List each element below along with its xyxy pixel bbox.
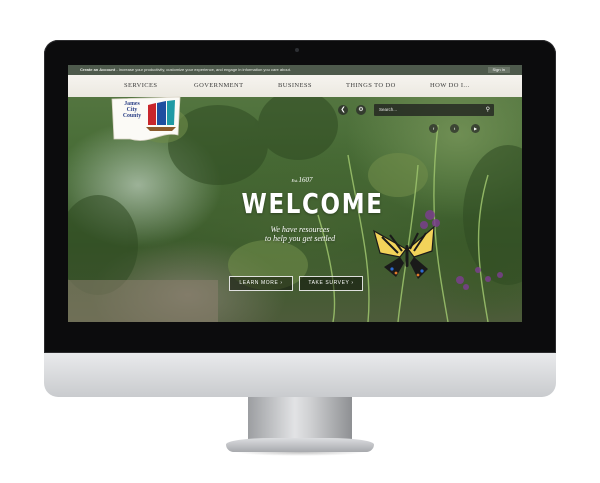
nav-item-services[interactable]: SERVICES bbox=[124, 75, 157, 97]
learn-more-button[interactable]: LEARN MORE › bbox=[229, 276, 293, 291]
youtube-icon[interactable]: ▶ bbox=[471, 124, 480, 133]
create-account-text[interactable]: Create an Account - Increase your produc… bbox=[80, 65, 291, 75]
nav-item-how-do-i[interactable]: HOW DO I... bbox=[430, 75, 469, 97]
search-box[interactable]: Search... ⚲ bbox=[374, 104, 494, 116]
twitter-icon[interactable]: t bbox=[450, 124, 459, 133]
monitor-stand-neck bbox=[248, 397, 352, 441]
main-nav: SERVICES GOVERNMENT BUSINESS THINGS TO D… bbox=[68, 75, 522, 97]
monitor-stand-foot bbox=[226, 438, 374, 452]
monitor-chin bbox=[44, 353, 556, 397]
tagline-line-2: to help you get settled bbox=[264, 234, 336, 243]
nav-item-things-to-do[interactable]: THINGS TO DO bbox=[346, 75, 396, 97]
sign-in-button[interactable]: Sign In bbox=[487, 67, 510, 73]
nav-item-business[interactable]: BUSINESS bbox=[278, 75, 312, 97]
gear-icon[interactable]: ⚙ bbox=[356, 105, 366, 115]
share-icon[interactable]: ❮ bbox=[338, 105, 348, 115]
hero-heading: WELCOME bbox=[241, 187, 384, 220]
take-survey-button[interactable]: TAKE SURVEY › bbox=[299, 276, 363, 291]
hero-tagline: We have resources to help you get settle… bbox=[230, 225, 370, 243]
search-input[interactable]: Search... bbox=[379, 104, 397, 116]
logo-wordmark: James City County bbox=[120, 101, 144, 119]
screen: Create an Account - Increase your produc… bbox=[68, 65, 522, 322]
facebook-icon[interactable]: f bbox=[429, 124, 438, 133]
logo-line-3: County bbox=[122, 112, 142, 119]
tagline-line-1: We have resources bbox=[270, 225, 330, 234]
established-label: Est.1607 bbox=[291, 176, 313, 184]
account-bar: Create an Account - Increase your produc… bbox=[68, 65, 522, 75]
nav-item-government[interactable]: GOVERNMENT bbox=[194, 75, 244, 97]
camera-dot bbox=[295, 48, 299, 52]
butterfly-illustration bbox=[373, 225, 435, 279]
search-icon[interactable]: ⚲ bbox=[486, 104, 490, 116]
